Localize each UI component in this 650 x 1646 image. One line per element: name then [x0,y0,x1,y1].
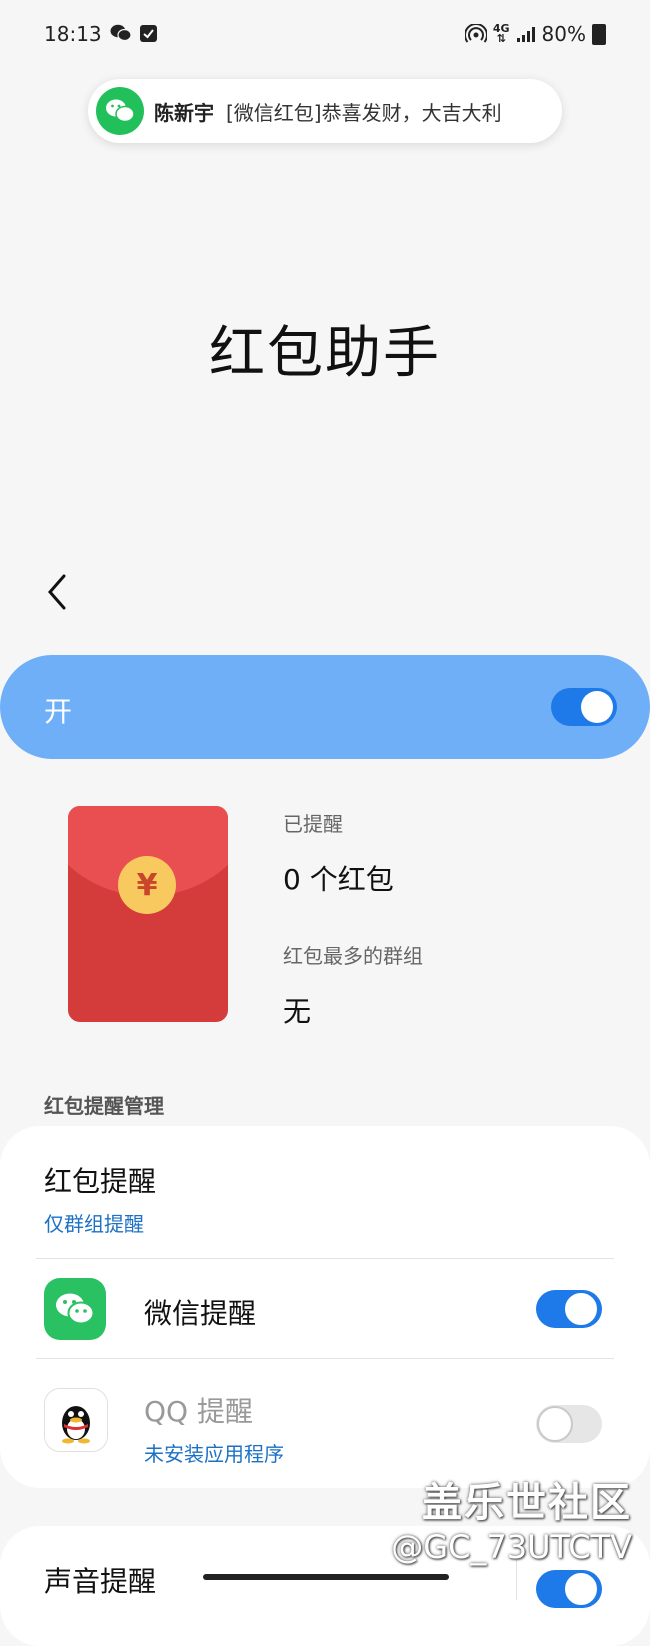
notification-message: [微信红包]恭喜发财，大吉大利 [226,100,502,125]
wechat-notification-icon [110,24,132,42]
back-button[interactable] [40,572,76,612]
chevron-left-icon [48,574,66,610]
qq-reminder-label: QQ 提醒 [144,1395,253,1428]
qq-reminder-toggle[interactable] [536,1405,602,1443]
red-envelope-illustration: ¥ [68,806,228,1022]
toggle-knob [563,1571,599,1607]
sound-reminder-toggle[interactable] [536,1570,602,1608]
divider [36,1358,614,1359]
notification-sender: 陈新宇 [154,100,214,125]
checkbox-notification-icon [140,25,157,42]
divider [516,1560,517,1600]
reminder-mode-title: 红包提醒 [44,1165,157,1198]
page-title: 红包助手 [209,321,441,386]
signal-icon [516,25,536,43]
hotspot-icon [464,24,487,44]
watermark-title: 盖乐世社区 [422,1480,632,1526]
status-time: 18:13 [44,22,102,46]
divider [36,1258,614,1259]
qq-reminder-row[interactable]: QQ 提醒 未安装应用程序 [144,1390,284,1467]
toggle-knob [581,691,613,723]
wechat-app-icon [44,1278,106,1340]
reminded-value: 0 个红包 [283,863,394,896]
heads-up-notification[interactable]: 陈新宇 [微信红包]恭喜发财，大吉大利 [88,79,562,143]
qq-app-icon [44,1388,108,1452]
network-type-icon: 4G ⇅ [492,22,510,45]
wechat-reminder-label: 微信提醒 [144,1297,257,1330]
battery-percent: 80% [541,22,586,46]
qq-reminder-subtitle: 未安装应用程序 [144,1442,284,1466]
reminder-mode-subtitle: 仅群组提醒 [44,1212,144,1236]
wechat-reminder-toggle[interactable] [536,1290,602,1328]
home-gesture-bar[interactable] [203,1574,449,1580]
status-indicators: 4G ⇅ 80% [464,22,606,46]
top-group-label: 红包最多的群组 [283,944,423,968]
toggle-knob [537,1406,573,1442]
toggle-knob [563,1291,599,1327]
battery-icon [592,23,606,45]
section-title: 红包提醒管理 [44,1094,164,1118]
watermark-handle: @GC_73UTCTV [391,1528,632,1566]
master-switch-label: 开 [44,695,73,728]
top-group-value: 无 [283,995,312,1028]
reminder-mode-row[interactable]: 红包提醒 仅群组提醒 [44,1160,156,1237]
yuan-coin-icon: ¥ [118,856,176,914]
reminded-label: 已提醒 [283,812,343,836]
master-toggle[interactable] [551,688,617,726]
wechat-icon [96,87,144,135]
sound-reminder-label: 声音提醒 [44,1565,157,1598]
